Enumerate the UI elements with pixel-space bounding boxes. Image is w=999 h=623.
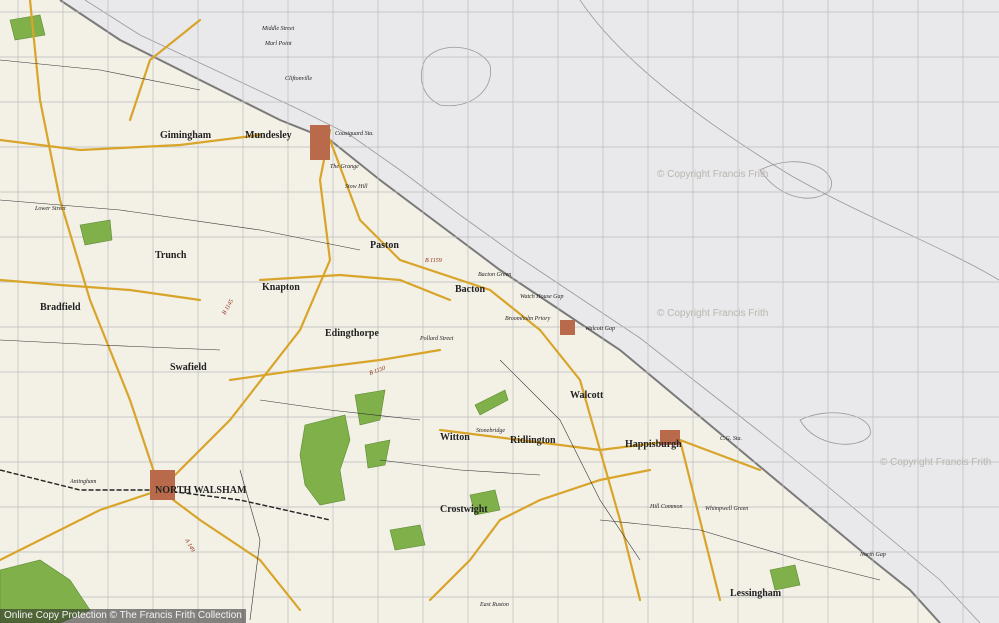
watermark-1: © Copyright Francis Frith	[657, 169, 768, 180]
place-label-bacton: Bacton	[455, 284, 485, 295]
place-label-antingham: Antingham	[69, 479, 97, 485]
place-label-ridlington: Ridlington	[510, 435, 556, 446]
place-label-broomholm: Broomholm Priory	[505, 316, 551, 322]
place-label-gimingham: Gimingham	[160, 130, 212, 141]
place-label-happisburgh: Happisburgh	[625, 439, 682, 450]
place-label-swafield: Swafield	[170, 362, 207, 373]
place-label-bacton-green: Bacton Green	[478, 272, 511, 278]
place-label-crostwight: Crostwight	[440, 504, 488, 515]
place-label-east-ruston: East Ruston	[479, 602, 509, 608]
place-label-edingthorpe: Edingthorpe	[325, 328, 379, 339]
place-label-knapton: Knapton	[262, 282, 300, 293]
place-label-witton: Witton	[440, 432, 470, 443]
place-label-the-grange: The Grange	[330, 164, 359, 170]
road-label-b1159: B 1159	[425, 258, 442, 264]
place-label-middle-street: Middle Street	[261, 26, 295, 32]
place-label-marl-point: Marl Point	[264, 41, 292, 47]
place-label-bradfield: Bradfield	[40, 302, 81, 313]
place-label-north-walsham: NORTH WALSHAM	[155, 485, 247, 496]
place-label-walcott: Walcott	[570, 390, 604, 401]
place-label-pollard-street: Pollard Street	[419, 336, 454, 342]
place-label-cliftonville: Cliftonville	[285, 75, 312, 82]
place-label-stow-hill: Stow Hill	[345, 184, 368, 190]
place-label-whimpwell: Whimpwell Green	[705, 506, 748, 512]
place-label-hill-common: Hill Common	[649, 504, 683, 510]
map-canvas[interactable]: Mundesley Gimingham Paston Knapton Trunch Bac…	[0, 0, 999, 623]
watermark-2: © Copyright Francis Frith	[657, 308, 768, 319]
place-label-coastguard: Coastguard Sta.	[335, 131, 374, 137]
place-label-cg-sta: C.G. Sta.	[720, 436, 742, 442]
place-label-trunch: Trunch	[155, 250, 187, 261]
watermark-3: © Copyright Francis Frith	[880, 457, 991, 468]
place-label-north-gap: North Gap	[859, 552, 886, 558]
place-label-walcott-gap: Walcott Gap	[585, 326, 615, 332]
place-label-lessingham: Lessingham	[730, 588, 782, 599]
place-label-lower-street: Lower Street	[34, 206, 66, 212]
place-label-watch-house-gap: Watch House Gap	[520, 294, 563, 300]
place-label-paston: Paston	[370, 240, 399, 251]
place-label-mundesley: Mundesley	[245, 130, 292, 141]
place-label-stonebridge: Stonebridge	[476, 428, 505, 434]
copyright-footer: Online Copy Protection © The Francis Fri…	[0, 609, 246, 623]
